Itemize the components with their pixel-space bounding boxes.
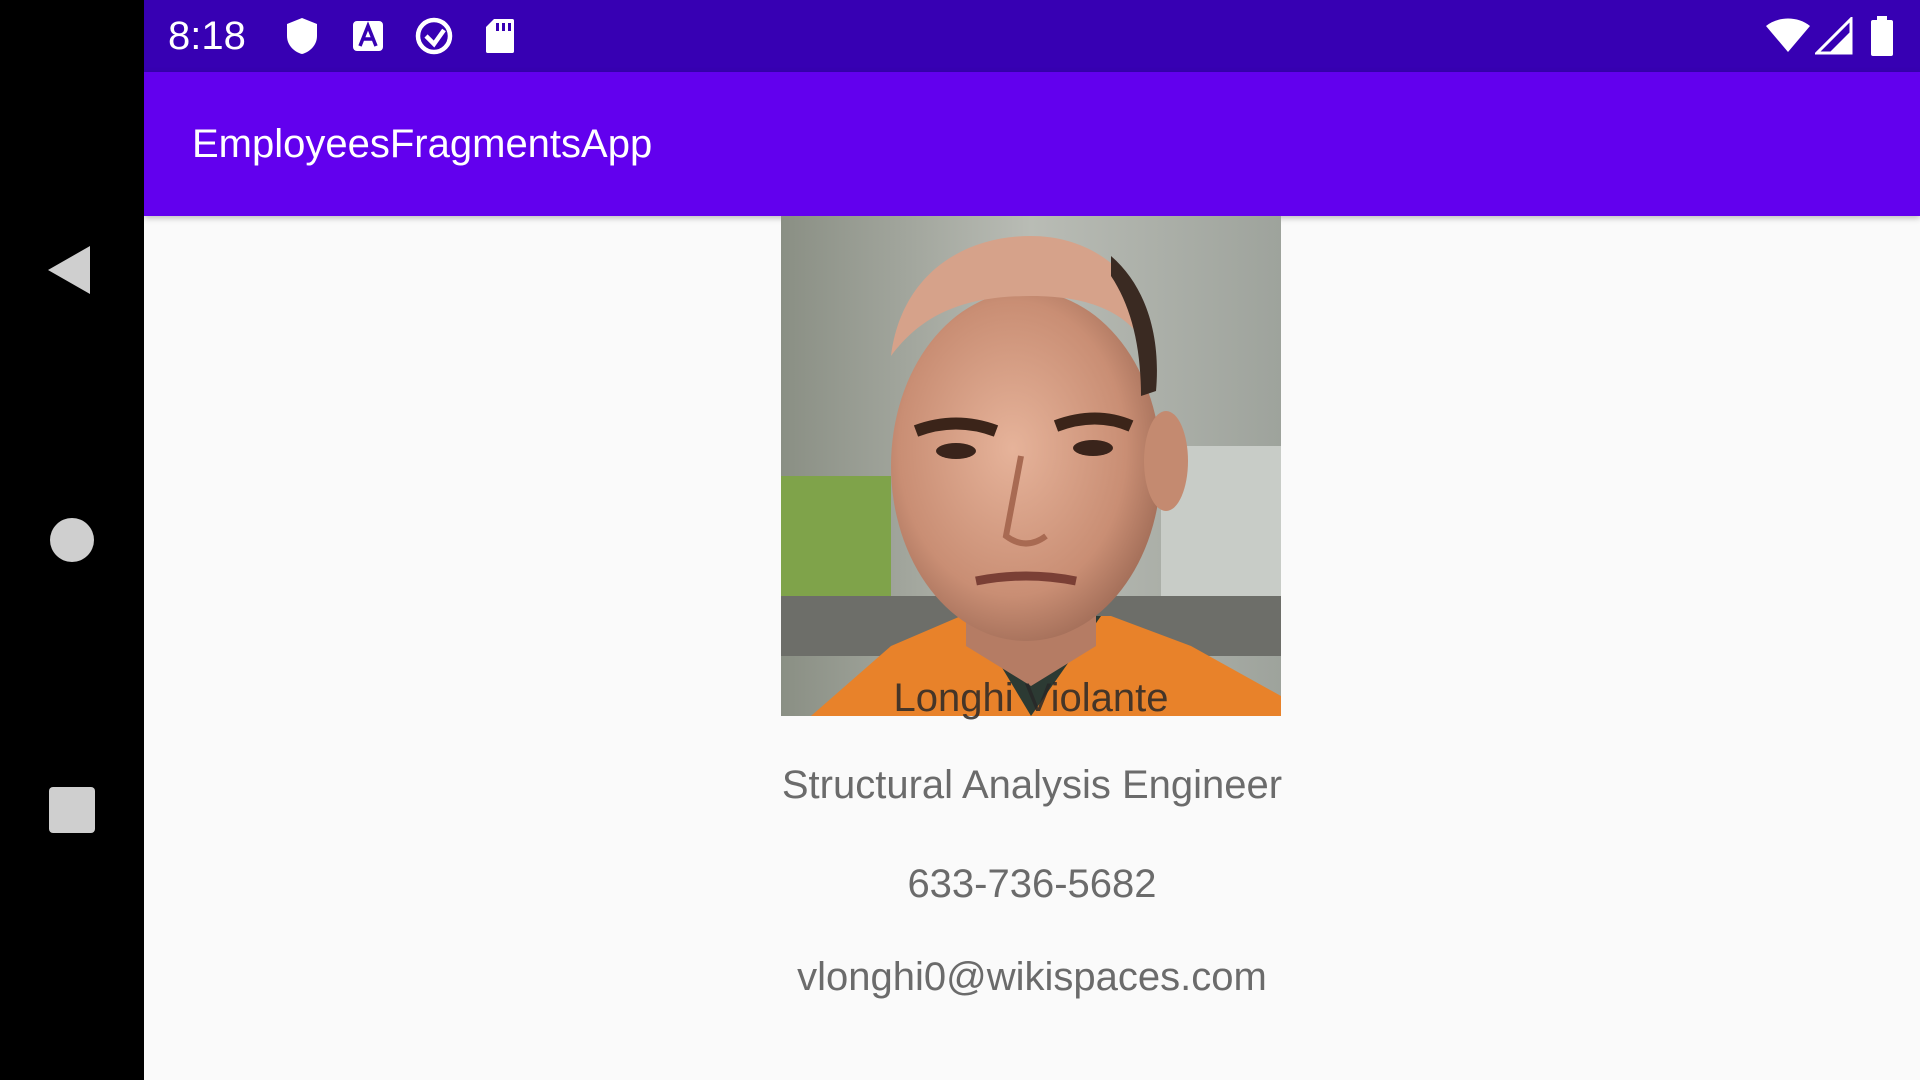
status-bar: 8:18 <box>144 0 1920 72</box>
status-time: 8:18 <box>168 14 246 58</box>
app-title: EmployeesFragmentsApp <box>192 122 653 166</box>
employee-job-title: Structural Analysis Engineer <box>781 763 1283 807</box>
employee-phone: 633-736-5682 <box>907 862 1157 906</box>
signal-icon <box>1814 16 1854 56</box>
wifi-icon <box>1764 16 1812 56</box>
shield-icon <box>282 16 322 56</box>
back-button[interactable] <box>0 220 144 320</box>
app-toolbar: EmployeesFragmentsApp <box>144 72 1920 216</box>
battery-icon <box>1862 16 1902 56</box>
employee-email: vlonghi0@wikispaces.com <box>797 955 1267 999</box>
recents-icon <box>49 787 95 833</box>
employee-name: Longhi Violante <box>893 676 1169 720</box>
a-badge-icon <box>348 16 388 56</box>
back-icon <box>48 246 90 294</box>
sync-circle-icon <box>414 16 454 56</box>
home-icon <box>50 518 94 562</box>
home-button[interactable] <box>0 490 144 590</box>
employee-photo <box>781 216 1281 716</box>
recents-button[interactable] <box>0 760 144 860</box>
app-screen: 8:18 EmployeesFragmentsApp Longhi Violan… <box>144 0 1920 1080</box>
sd-card-icon <box>480 16 520 56</box>
system-navigation-bar <box>0 0 144 1080</box>
